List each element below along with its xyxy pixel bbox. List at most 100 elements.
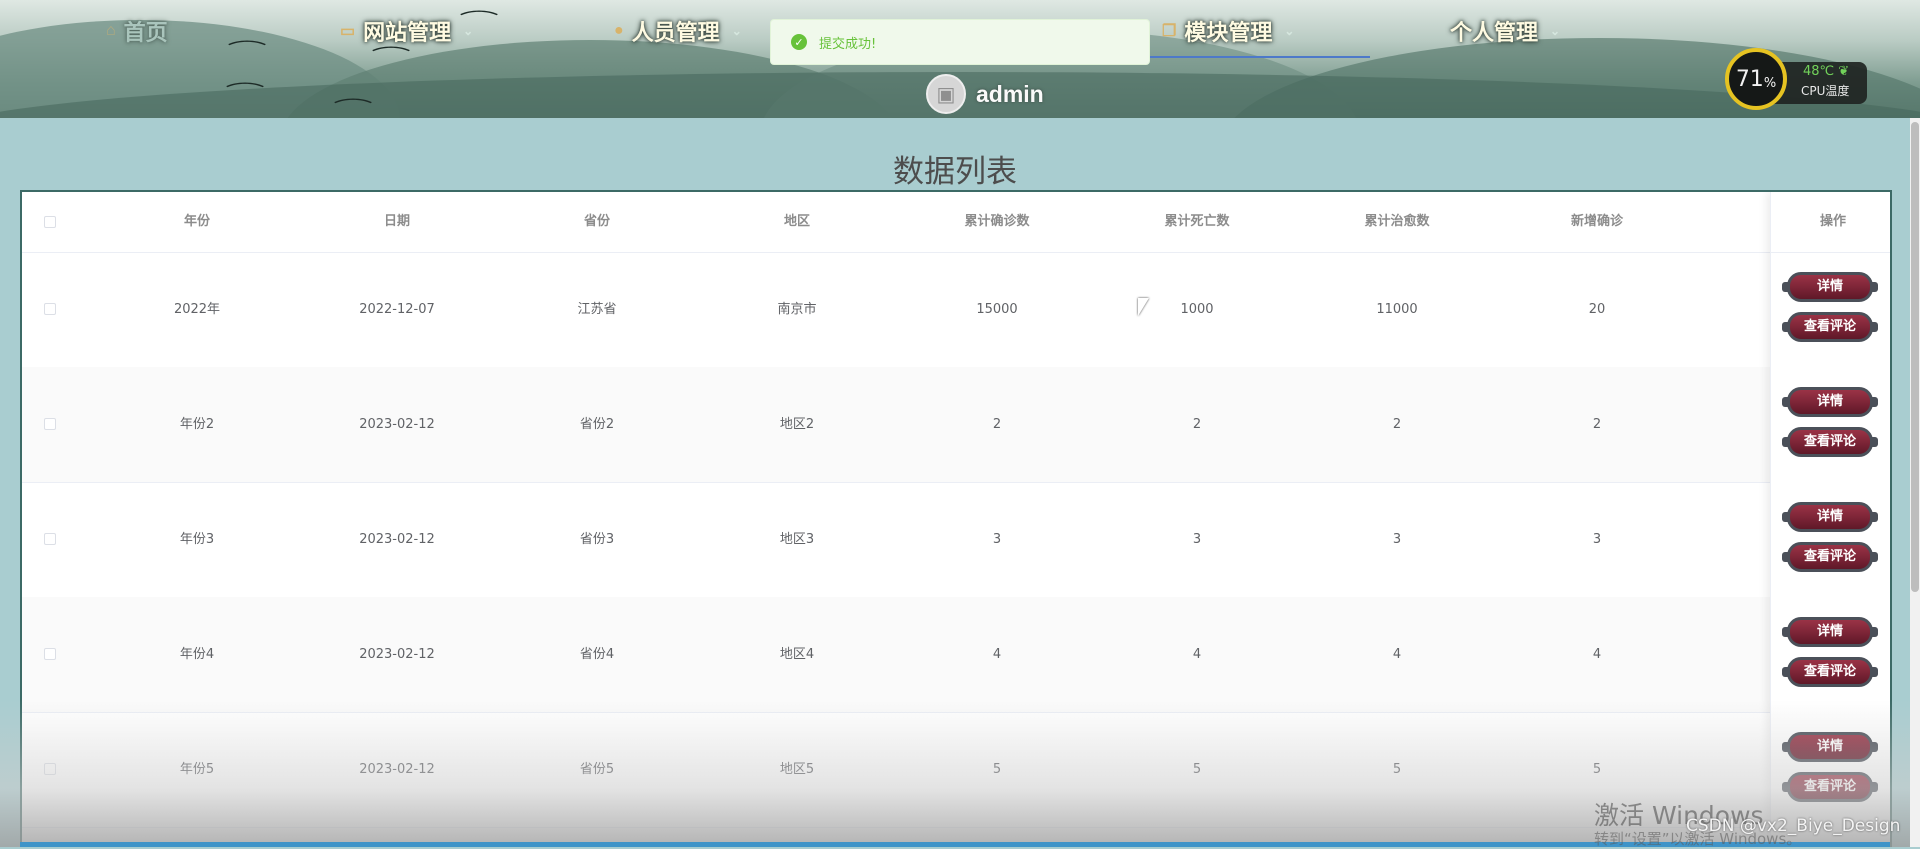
table-cell: 2 xyxy=(1192,417,1202,432)
cpu-usage-unit: % xyxy=(1763,75,1777,91)
table-cell: 5 xyxy=(1192,762,1202,777)
image-icon: ▣ xyxy=(936,82,956,106)
table-cell: 4 xyxy=(1192,647,1202,662)
cpu-temperature-value: 48℃ xyxy=(1803,64,1835,79)
row-checkbox[interactable] xyxy=(44,533,56,545)
table-cell: 2 xyxy=(992,417,1002,432)
table-cell: 3 xyxy=(1192,532,1202,547)
nav-staff-management[interactable]: ● 人员管理 ⌄ xyxy=(614,16,742,46)
view-comments-button[interactable]: 查看评论 xyxy=(1782,312,1878,342)
bird-icon: ⌒ xyxy=(225,82,265,103)
column-header[interactable]: 年份 xyxy=(97,192,297,252)
table-cell: 5 xyxy=(1392,762,1402,777)
chevron-down-icon: ⌄ xyxy=(1284,24,1295,38)
table-cell: 年份5 xyxy=(179,762,215,777)
select-all-checkbox[interactable] xyxy=(44,216,56,228)
column-header[interactable]: 省份 xyxy=(497,192,697,252)
table-row[interactable]: 年份3 2023-02-12 省份3 地区3 3 3 3 3 xyxy=(22,482,1890,598)
bird-icon: ⌒ xyxy=(333,98,373,118)
cpu-usage-value: 71 xyxy=(1735,66,1764,92)
column-header[interactable]: 新增确诊 xyxy=(1497,192,1697,252)
table-cell: 2 xyxy=(1592,417,1602,432)
chevron-down-icon: ⌄ xyxy=(731,24,742,38)
table-cell: 4 xyxy=(992,647,1002,662)
row-checkbox[interactable] xyxy=(44,763,56,775)
nav-site-management[interactable]: ▭ 网站管理 ⌄ xyxy=(340,16,473,46)
nav-personal-management-label: 个人管理 xyxy=(1450,20,1539,45)
table-cell: 2022年 xyxy=(173,302,221,317)
module-icon: ❐ xyxy=(1162,23,1177,40)
row-checkbox[interactable] xyxy=(44,418,56,430)
chevron-down-icon: ⌄ xyxy=(1550,24,1561,38)
table-cell: 省份4 xyxy=(579,647,615,662)
nav-home[interactable]: ⌂ 首页 xyxy=(106,16,168,46)
table-cell: 省份2 xyxy=(579,417,615,432)
leaf-icon: ❦ xyxy=(1838,64,1850,79)
watermark: CSDN @vx2_Biye_Design xyxy=(1686,816,1901,836)
table-cell: 2 xyxy=(1392,417,1402,432)
column-header[interactable]: 地区 xyxy=(697,192,897,252)
table-cell: 11000 xyxy=(1376,302,1418,317)
check-circle-icon: ✓ xyxy=(791,34,807,50)
detail-button[interactable]: 详情 xyxy=(1782,502,1878,532)
page-title: 数据列表 xyxy=(893,154,1017,190)
bird-icon: ⌒ xyxy=(227,40,267,61)
table-cell: 江苏省 xyxy=(577,302,617,317)
actions-header: 操作 xyxy=(1771,192,1890,253)
table-cell: 省份5 xyxy=(579,762,615,777)
table-cell: 年份3 xyxy=(179,532,215,547)
active-nav-indicator xyxy=(1150,56,1370,58)
person-icon: ● xyxy=(614,22,624,39)
table-cell: 地区4 xyxy=(779,647,815,662)
table-row[interactable]: 年份2 2023-02-12 省份2 地区2 2 2 2 2 xyxy=(22,367,1890,483)
nav-home-label: 首页 xyxy=(123,20,168,45)
table-header: 年份 日期 省份 地区 累计确诊数 累计死亡数 累计治愈数 新增确诊 新增 xyxy=(22,192,1890,253)
table-cell: 15000 xyxy=(976,302,1018,317)
column-header[interactable]: 累计确诊数 xyxy=(897,192,1097,252)
cpu-usage-ring: 71% xyxy=(1725,48,1787,110)
nav-module-management[interactable]: ❐ 模块管理 ⌄ xyxy=(1162,16,1294,46)
home-icon: ⌂ xyxy=(106,22,116,39)
view-comments-button[interactable]: 查看评论 xyxy=(1782,427,1878,457)
view-comments-button[interactable]: 查看评论 xyxy=(1782,657,1878,687)
page-scrollbar[interactable] xyxy=(1910,118,1920,847)
monitor-icon: ▭ xyxy=(340,23,356,40)
row-checkbox[interactable] xyxy=(44,648,56,660)
cpu-label: CPU温度 xyxy=(1801,84,1850,98)
table-cell: 1000 xyxy=(1180,302,1214,317)
chevron-down-icon: ⌄ xyxy=(463,24,474,38)
detail-button[interactable]: 详情 xyxy=(1782,617,1878,647)
table-row[interactable]: 2022年 2022-12-07 江苏省 南京市 15000 1000 11000 20 xyxy=(22,252,1890,368)
user-name: admin xyxy=(976,80,1044,107)
user-menu[interactable]: ▣ admin xyxy=(926,74,1044,114)
nav-personal-management[interactable]: 个人管理 ⌄ xyxy=(1450,16,1560,46)
table-cell: 4 xyxy=(1592,647,1602,662)
detail-button[interactable]: 详情 xyxy=(1782,387,1878,417)
table-cell: 年份2 xyxy=(179,417,215,432)
row-checkbox[interactable] xyxy=(44,303,56,315)
table-cell: 年份4 xyxy=(179,647,215,662)
detail-button[interactable]: 详情 xyxy=(1782,732,1878,762)
view-comments-button[interactable]: 查看评论 xyxy=(1782,772,1878,802)
cpu-widget: 71% 48℃ ❦ CPU温度 xyxy=(1725,44,1871,118)
table-cell: 地区2 xyxy=(779,417,815,432)
table-cell: 5 xyxy=(992,762,1002,777)
table-row[interactable]: 年份4 2023-02-12 省份4 地区4 4 4 4 4 xyxy=(22,597,1890,713)
table-cell: 20 xyxy=(1588,302,1606,317)
nav-staff-management-label: 人员管理 xyxy=(631,20,720,45)
view-comments-button[interactable]: 查看评论 xyxy=(1782,542,1878,572)
detail-button[interactable]: 详情 xyxy=(1782,272,1878,302)
scrollbar-thumb[interactable] xyxy=(1911,122,1919,592)
column-header[interactable]: 累计死亡数 xyxy=(1097,192,1297,252)
toast-message: 提交成功! xyxy=(819,36,877,52)
table-cell: 3 xyxy=(992,532,1002,547)
column-header[interactable]: 累计治愈数 xyxy=(1297,192,1497,252)
table-cell: 地区5 xyxy=(779,762,815,777)
nav-module-management-label: 模块管理 xyxy=(1184,20,1273,45)
table-cell: 2023-02-12 xyxy=(359,647,435,662)
avatar: ▣ xyxy=(926,74,966,114)
table-cell: 2023-02-12 xyxy=(359,417,435,432)
table-cell: 2022-12-07 xyxy=(359,302,435,317)
table-cell: 省份3 xyxy=(579,532,615,547)
column-header[interactable]: 日期 xyxy=(297,192,497,252)
